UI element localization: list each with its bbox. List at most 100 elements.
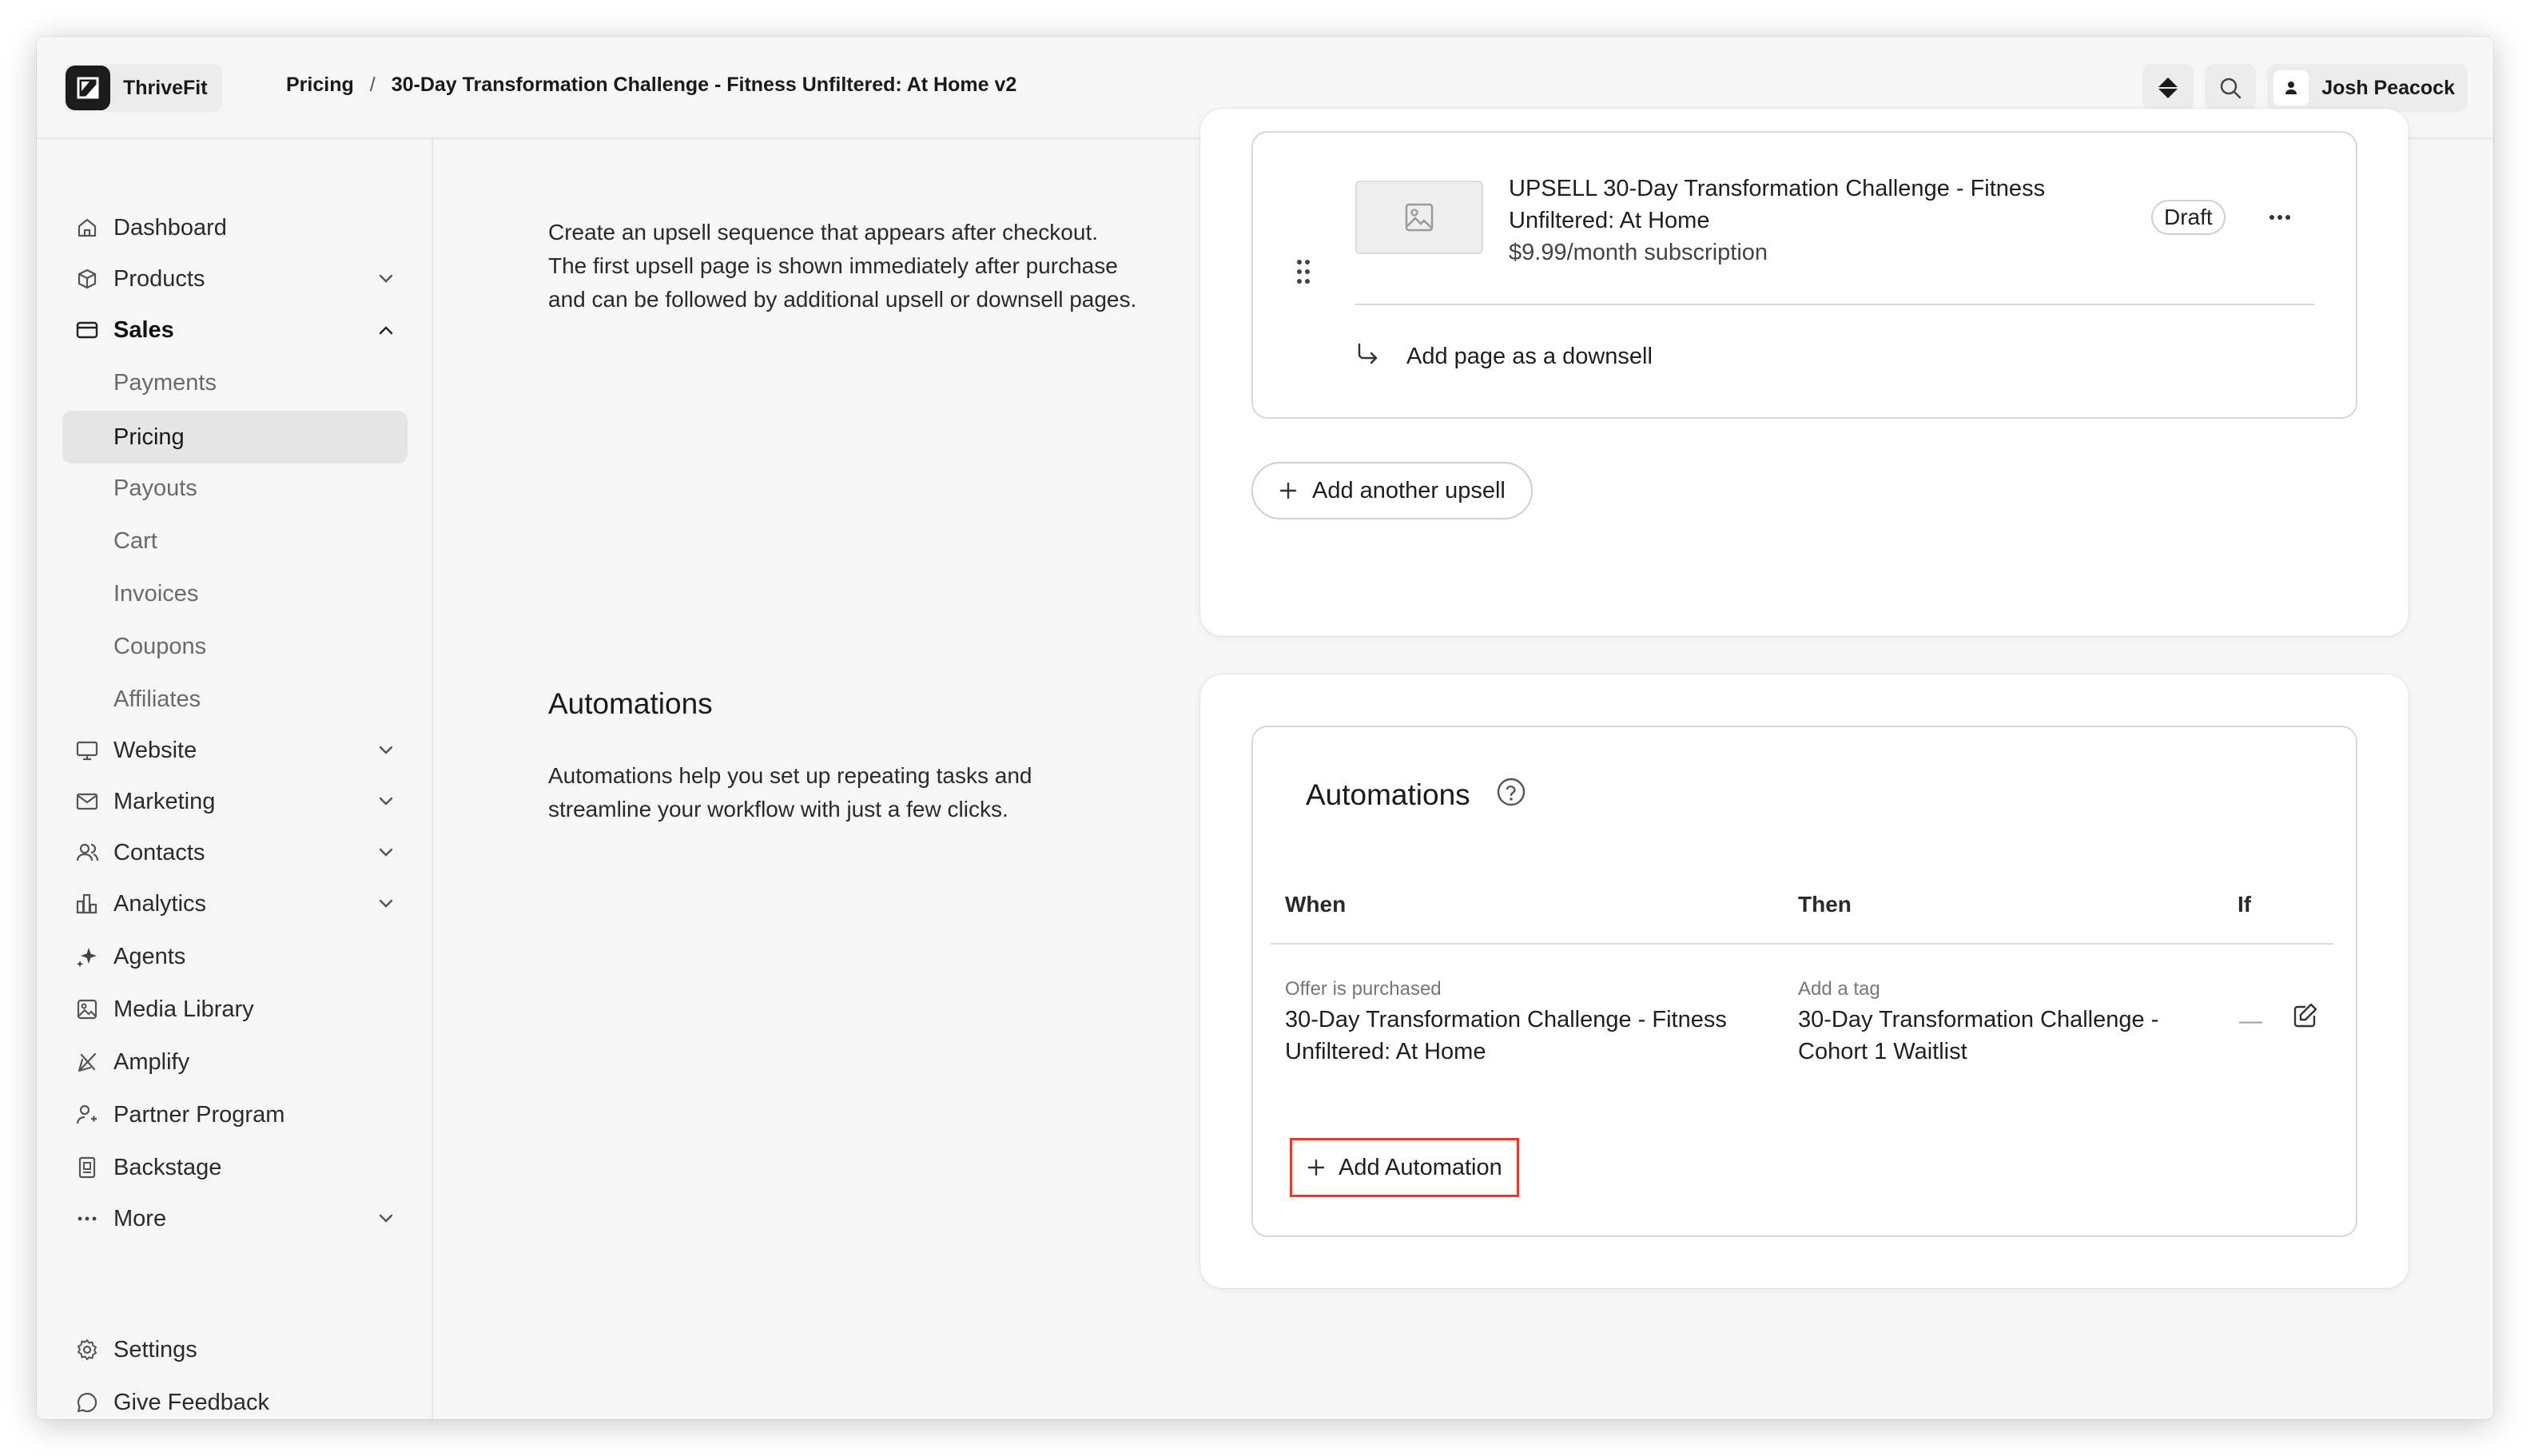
sidebar-item-label: Marketing bbox=[113, 788, 216, 814]
main-content: Create an upsell sequence that appears a… bbox=[435, 109, 2493, 1419]
sidebar-item-label: Agents bbox=[113, 943, 186, 969]
sidebar-item-label: Website bbox=[113, 737, 197, 763]
user-menu-button[interactable]: Josh Peacock bbox=[2267, 64, 2468, 112]
column-header-when: When bbox=[1285, 892, 1347, 917]
sidebar-item-label: Products bbox=[113, 265, 205, 292]
sidebar-item-agents[interactable]: Agents bbox=[62, 932, 408, 981]
column-header-if: If bbox=[2238, 892, 2252, 917]
sidebar-item-payments[interactable]: Payments bbox=[62, 358, 408, 408]
chevron-down-icon bbox=[379, 848, 393, 857]
sidebar-item-invoices[interactable]: Invoices bbox=[62, 569, 408, 619]
gear-icon bbox=[78, 1339, 97, 1360]
help-icon[interactable] bbox=[1496, 777, 1526, 807]
partner-icon bbox=[76, 1104, 97, 1124]
sidebar-item-backstage[interactable]: Backstage bbox=[62, 1143, 408, 1192]
chevron-down-icon bbox=[379, 274, 393, 283]
when-label: Offer is purchased bbox=[1285, 978, 1442, 1000]
search-icon bbox=[2220, 78, 2242, 99]
automations-box: Automations When Then If Offer is purcha… bbox=[1251, 726, 2357, 1237]
sidebar-item-coupons[interactable]: Coupons bbox=[62, 622, 408, 671]
sidebar-item-label: Invoices bbox=[113, 580, 199, 607]
more-options-icon[interactable] bbox=[2268, 209, 2292, 225]
brand-logo-icon bbox=[66, 66, 110, 110]
upsell-item-title[interactable]: UPSELL 30-Day Transformation Challenge -… bbox=[1509, 173, 2100, 237]
breadcrumb-parent[interactable]: Pricing bbox=[286, 74, 354, 97]
box-icon bbox=[78, 269, 97, 289]
sidebar-item-cart[interactable]: Cart bbox=[62, 516, 408, 566]
automations-card-title: Automations bbox=[1306, 778, 1470, 811]
plus-icon bbox=[1307, 1159, 1325, 1176]
upsell-description: Create an upsell sequence that appears a… bbox=[548, 220, 1137, 312]
sidebar-item-label: Dashboard bbox=[113, 214, 227, 241]
upsell-thumbnail bbox=[1355, 181, 1483, 254]
sidebar-item-label: Partner Program bbox=[113, 1101, 285, 1128]
column-header-then: Then bbox=[1798, 892, 1852, 917]
upsell-item-box: UPSELL 30-Day Transformation Challenge -… bbox=[1251, 131, 2357, 419]
when-value: 30-Day Transformation Challenge - Fitnes… bbox=[1285, 1007, 1727, 1064]
chat-icon bbox=[77, 1392, 97, 1413]
sidebar-item-give-feedback[interactable]: Give Feedback bbox=[62, 1378, 408, 1419]
automations-card: Automations When Then If Offer is purcha… bbox=[1200, 674, 2409, 1288]
sidebar-item-pricing[interactable]: Pricing bbox=[62, 411, 408, 463]
diamond-button[interactable] bbox=[2142, 64, 2194, 112]
sidebar-item-label: Backstage bbox=[113, 1154, 222, 1180]
megaphone-icon bbox=[78, 1052, 97, 1072]
sidebar-item-website[interactable]: Website bbox=[62, 726, 408, 775]
add-automation-button[interactable]: Add Automation bbox=[1290, 1138, 1519, 1197]
card-icon bbox=[76, 321, 98, 339]
avatar bbox=[2273, 70, 2309, 105]
search-button[interactable] bbox=[2205, 64, 2257, 112]
sidebar-item-contacts[interactable]: Contacts bbox=[62, 828, 408, 877]
sidebar-item-label: Cart bbox=[113, 527, 157, 554]
drag-handle-icon[interactable] bbox=[1296, 259, 1311, 284]
sidebar-item-payouts[interactable]: Payouts bbox=[62, 463, 408, 513]
sidebar-item-sales[interactable]: Sales bbox=[62, 305, 408, 355]
sidebar-item-label: Settings bbox=[113, 1336, 197, 1363]
sidebar-item-partner-program[interactable]: Partner Program bbox=[62, 1090, 408, 1140]
user-name: Josh Peacock bbox=[2321, 76, 2455, 99]
sidebar-item-label: Coupons bbox=[113, 633, 207, 659]
sidebar-item-label: Pricing bbox=[113, 424, 185, 450]
sidebar-item-more[interactable]: More bbox=[62, 1194, 408, 1243]
chevron-down-icon bbox=[379, 797, 393, 806]
upsell-item-price: $9.99/month subscription bbox=[1509, 240, 1768, 265]
sidebar-item-label: Payments bbox=[113, 369, 217, 396]
table-header-divider bbox=[1271, 943, 2333, 945]
upsell-card: UPSELL 30-Day Transformation Challenge -… bbox=[1200, 109, 2409, 636]
breadcrumb: Pricing / 30-Day Transformation Challeng… bbox=[286, 74, 1016, 97]
sidebar-item-products[interactable]: Products bbox=[62, 254, 408, 304]
sidebar-item-amplify[interactable]: Amplify bbox=[62, 1037, 408, 1087]
users-icon bbox=[76, 843, 99, 861]
sidebar-item-marketing[interactable]: Marketing bbox=[62, 777, 408, 826]
chevron-up-icon bbox=[379, 326, 393, 335]
breadcrumb-current: 30-Day Transformation Challenge - Fitnes… bbox=[391, 74, 1017, 96]
sidebar-item-settings[interactable]: Settings bbox=[62, 1325, 408, 1374]
sidebar-item-dashboard[interactable]: Dashboard bbox=[62, 203, 408, 253]
sidebar-item-label: More bbox=[113, 1205, 167, 1231]
add-automation-label: Add Automation bbox=[1339, 1154, 1502, 1180]
then-value: 30-Day Transformation Challenge - Cohort… bbox=[1798, 1007, 2159, 1064]
edit-icon[interactable] bbox=[2292, 1002, 2319, 1029]
image-placeholder-icon bbox=[1405, 203, 1434, 232]
divider bbox=[1355, 304, 2314, 305]
add-another-upsell-label: Add another upsell bbox=[1312, 477, 1506, 503]
mail-icon bbox=[76, 793, 98, 810]
sidebar-item-label: Give Feedback bbox=[113, 1389, 270, 1415]
image-icon bbox=[77, 999, 97, 1020]
brand-switcher[interactable]: ThriveFit bbox=[64, 64, 222, 112]
add-another-upsell-button[interactable]: Add another upsell bbox=[1251, 462, 1533, 519]
sidebar-item-media-library[interactable]: Media Library bbox=[62, 985, 408, 1034]
sidebar-item-affiliates[interactable]: Affiliates bbox=[62, 674, 408, 724]
automations-section-title: Automations bbox=[548, 687, 713, 720]
brand-name: ThriveFit bbox=[123, 76, 208, 99]
automations-description: Automations help you set up repeating ta… bbox=[548, 763, 1032, 821]
home-icon bbox=[78, 218, 97, 237]
app-window: ThriveFit Pricing / 30-Day Transformatio… bbox=[37, 37, 2493, 1419]
add-downsell-link[interactable]: Add page as a downsell bbox=[1406, 340, 1653, 372]
sidebar-item-label: Sales bbox=[113, 316, 174, 343]
bar-chart-icon bbox=[76, 893, 97, 914]
chevron-down-icon bbox=[379, 899, 393, 908]
then-label: Add a tag bbox=[1798, 978, 1880, 1000]
sidebar-item-analytics[interactable]: Analytics bbox=[62, 879, 408, 929]
if-value: — bbox=[2239, 1008, 2262, 1034]
